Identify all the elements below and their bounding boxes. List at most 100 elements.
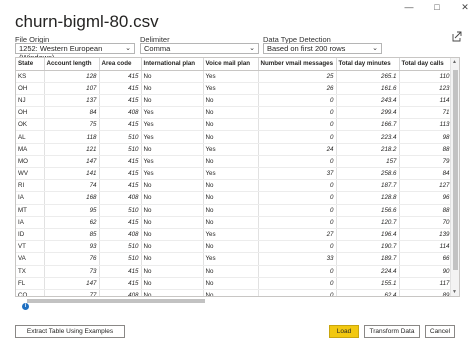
column-header[interactable]: International plan (141, 58, 204, 71)
table-cell: 0 (258, 155, 337, 169)
table-cell: 127 (399, 179, 453, 193)
table-cell: 415 (99, 179, 142, 193)
table-cell: No (203, 277, 259, 290)
table-cell: 128.8 (336, 191, 400, 205)
table-row: MO 147 415 Yes No 0 157 79 (16, 155, 453, 169)
table-cell: No (141, 240, 204, 254)
table-cell: No (141, 204, 204, 217)
extract-table-button[interactable]: Extract Table Using Examples (15, 325, 125, 338)
table-cell: 0 (258, 118, 337, 132)
table-cell: 0 (258, 106, 337, 120)
file-origin-select[interactable]: 1252: Western European (Windows) ⌄ (15, 43, 135, 62)
table-cell: 408 (99, 289, 142, 296)
chevron-down-icon: ⌄ (372, 45, 378, 52)
table-cell: 114 (399, 240, 453, 254)
column-header[interactable]: Number vmail messages (258, 58, 337, 71)
table-cell: 33 (258, 252, 337, 266)
table-cell: 415 (99, 265, 142, 278)
table-cell: 0 (258, 191, 337, 205)
column-header[interactable]: Voice mail plan (203, 58, 259, 71)
chevron-down-icon: ⌄ (249, 45, 255, 52)
preview-table: State Account length Area code Internationa… (15, 57, 460, 297)
window-controls: — □ ✕ (404, 2, 470, 13)
horizontal-scrollbar[interactable] (15, 297, 460, 305)
dialog-title: churn-bigml-80.csv (15, 12, 159, 31)
table-cell: 510 (99, 143, 142, 156)
scroll-down-icon[interactable]: ▼ (452, 289, 457, 295)
share-icon[interactable] (452, 31, 462, 42)
table-row: OH 107 415 No Yes 26 161.6 123 (16, 82, 453, 95)
delimiter-value: Comma (144, 44, 171, 53)
table-cell: 258.6 (336, 167, 400, 181)
table-cell: No (141, 216, 204, 229)
table-row: OH 84 408 Yes No 0 299.4 71 (16, 106, 453, 120)
table-cell: IA (16, 216, 45, 229)
table-cell: KS (16, 70, 45, 83)
table-cell: No (203, 204, 259, 217)
table-cell: 77 (44, 289, 100, 296)
table-cell: WV (16, 167, 45, 181)
load-button[interactable]: Load (329, 325, 359, 338)
scroll-thumb[interactable] (453, 70, 458, 270)
table-cell: 415 (99, 82, 142, 95)
table-cell: 0 (258, 216, 337, 229)
table-cell: Yes (141, 155, 204, 169)
detection-select[interactable]: Based on first 200 rows ⌄ (263, 43, 382, 54)
table-cell: 62 (44, 216, 100, 229)
table-cell: 299.4 (336, 106, 400, 120)
scroll-thumb[interactable] (27, 299, 205, 303)
table-row: TX 73 415 No No 0 224.4 90 (16, 265, 453, 278)
table-cell: 128 (44, 70, 100, 83)
table-cell: 408 (99, 106, 142, 120)
table-cell: 218.2 (336, 143, 400, 156)
table-cell: 84 (44, 106, 100, 120)
table-cell: Yes (203, 70, 259, 83)
table-cell: 415 (99, 118, 142, 132)
table-cell: 147 (44, 277, 100, 290)
table-cell: No (203, 191, 259, 205)
scroll-up-icon[interactable]: ▲ (452, 59, 457, 65)
detection-value: Based on first 200 rows (267, 44, 346, 53)
table-cell: 224.4 (336, 265, 400, 278)
close-button[interactable]: ✕ (460, 2, 470, 13)
table-cell: 408 (99, 191, 142, 205)
maximize-button[interactable]: □ (432, 2, 442, 13)
column-header[interactable]: Account length (44, 58, 100, 71)
table-cell: 89 (399, 289, 453, 296)
table-row: KS 128 415 No Yes 25 265.1 110 (16, 70, 453, 83)
vertical-scrollbar[interactable]: ▲ ▼ (450, 58, 459, 296)
table-cell: Yes (141, 118, 204, 132)
table-cell: 123 (399, 82, 453, 95)
column-header[interactable]: Area code (99, 58, 142, 71)
table-cell: 70 (399, 216, 453, 229)
transform-data-button[interactable]: Transform Data (364, 325, 420, 338)
table-cell: 510 (99, 252, 142, 266)
table-cell: 117 (399, 277, 453, 290)
column-header[interactable]: Total day minutes (336, 58, 400, 71)
table-cell: VT (16, 240, 45, 254)
table-cell: Yes (203, 167, 259, 181)
column-header[interactable]: State (16, 58, 45, 71)
table-cell: 37 (258, 167, 337, 181)
table-row: AL 118 510 Yes No 0 223.4 98 (16, 130, 453, 144)
table-cell: 157 (336, 155, 400, 169)
table-cell: Yes (141, 106, 204, 120)
delimiter-select[interactable]: Comma ⌄ (140, 43, 259, 54)
table-row: RI 74 415 No No 0 187.7 127 (16, 179, 453, 193)
table-cell: No (203, 155, 259, 169)
table-cell: 26 (258, 82, 337, 95)
table-cell: OH (16, 82, 45, 95)
column-header[interactable]: Total day calls (399, 58, 453, 71)
cancel-button[interactable]: Cancel (425, 325, 455, 338)
table-row: MA 121 510 No Yes 24 218.2 88 (16, 143, 453, 156)
minimize-button[interactable]: — (404, 2, 414, 13)
table-row: MT 95 510 No No 0 156.6 88 (16, 204, 453, 217)
table-cell: 243.4 (336, 94, 400, 108)
table-row: VA 76 510 No Yes 33 189.7 66 (16, 252, 453, 266)
table-cell: 76 (44, 252, 100, 266)
table-row: WV 141 415 Yes Yes 37 258.6 84 (16, 167, 453, 181)
table-cell: 98 (399, 130, 453, 144)
table-cell: 141 (44, 167, 100, 181)
table-cell: 156.6 (336, 204, 400, 217)
table-cell: 62.4 (336, 289, 400, 296)
